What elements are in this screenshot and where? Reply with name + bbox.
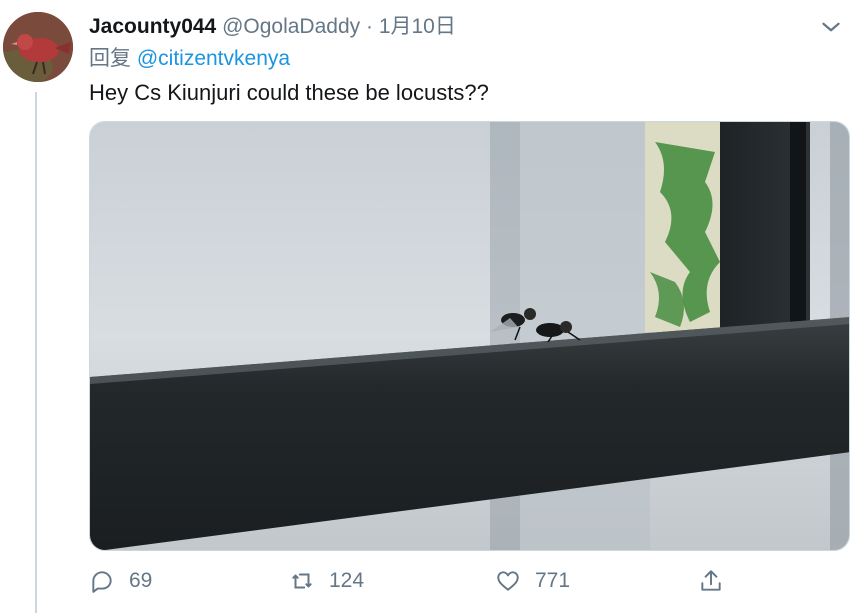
heart-icon [497,571,519,591]
more-options-button[interactable] [818,14,844,40]
retweet-icon [292,573,312,589]
tweet-header: Jacounty044 @OgolaDaddy · 1月10日 [89,13,852,41]
tweet-date[interactable]: 1月10日 [379,15,456,38]
reply-count: 69 [129,569,153,592]
photo-flies-on-window-bar [90,122,849,550]
reply-icon [92,571,112,593]
retweet-count: 124 [329,569,365,592]
tweet-text: Hey Cs Kiunjuri could these be locusts?? [89,80,489,105]
like-count: 771 [535,569,571,592]
bird-avatar-image [3,12,73,82]
share-icon [701,570,721,591]
tweet-photo[interactable] [89,121,850,551]
reply-prefix: 回复 [89,47,131,70]
avatar[interactable] [3,12,73,82]
reply-button[interactable]: 69 [89,564,152,598]
like-button[interactable]: 771 [495,564,570,598]
share-button[interactable] [698,564,724,598]
user-handle[interactable]: @OgolaDaddy [222,15,360,38]
reply-context: 回复 @citizentvkenya [89,45,290,73]
tweet-actions: 69 124 771 [89,564,852,598]
retweet-button[interactable]: 124 [289,564,364,598]
chevron-down-icon [822,22,840,32]
reply-mention-link[interactable]: @citizentvkenya [137,47,290,70]
thread-line [35,92,37,613]
display-name[interactable]: Jacounty044 [89,15,216,38]
separator: · [365,15,373,38]
